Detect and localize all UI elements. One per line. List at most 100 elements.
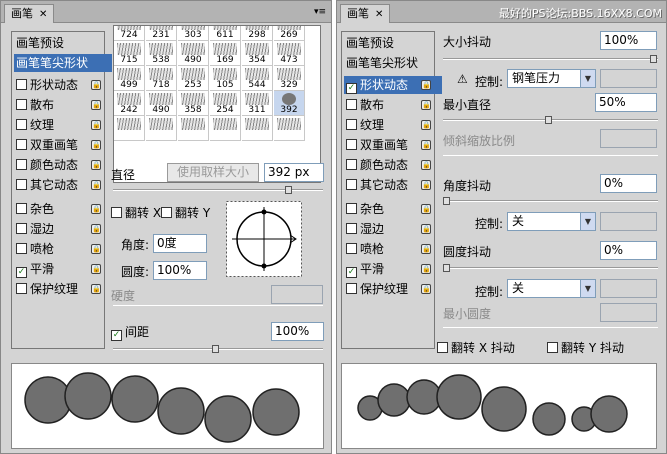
lock-icon[interactable]: 🔒 <box>421 80 431 90</box>
chevron-down-icon[interactable]: ▼ <box>580 70 595 87</box>
lock-icon[interactable]: 🔒 <box>91 224 101 234</box>
slider-thumb[interactable] <box>285 186 292 194</box>
lock-icon[interactable]: 🔒 <box>91 244 101 254</box>
checkbox[interactable] <box>346 119 357 130</box>
checkbox[interactable] <box>16 283 27 294</box>
tab-brush[interactable]: 画笔 ✕ <box>4 4 55 23</box>
checkbox[interactable]: ✓ <box>16 267 27 278</box>
spacing-slider[interactable] <box>113 345 323 353</box>
list-item-9[interactable]: 湿边 <box>16 220 54 238</box>
roundness-jitter-slider[interactable] <box>443 264 658 272</box>
lock-icon[interactable]: 🔒 <box>91 284 101 294</box>
brush-preset-cell[interactable]: 358 <box>178 91 209 116</box>
checkbox[interactable] <box>346 99 357 110</box>
close-icon[interactable]: ✕ <box>39 9 47 20</box>
lock-icon[interactable]: 🔒 <box>421 160 431 170</box>
angle-jitter-slider[interactable] <box>443 197 658 205</box>
brush-preset-cell[interactable]: 269 <box>274 26 305 41</box>
list-item-1[interactable]: 画笔笔尖形状 <box>346 54 418 72</box>
brush-preset-cell[interactable]: 718 <box>146 66 177 91</box>
list-item-10[interactable]: 喷枪 <box>346 240 384 258</box>
list-item-12[interactable]: 保护纹理 <box>346 280 408 298</box>
brush-preset-cell[interactable]: 311 <box>242 91 273 116</box>
brush-preset-cell[interactable]: 329 <box>274 66 305 91</box>
angle-jitter-input[interactable]: 0% <box>600 174 657 193</box>
slider-thumb[interactable] <box>545 116 552 124</box>
lock-icon[interactable]: 🔒 <box>421 120 431 130</box>
brush-preset-cell[interactable] <box>178 116 209 141</box>
spacing-input[interactable]: 100% <box>271 322 324 341</box>
checkbox[interactable] <box>16 203 27 214</box>
list-item-12[interactable]: 保护纹理 <box>16 280 78 298</box>
checkbox[interactable] <box>16 223 27 234</box>
brush-preset-cell[interactable]: 392 <box>274 91 305 116</box>
tab-brush[interactable]: 画笔 ✕ <box>340 4 391 23</box>
brush-preset-cell[interactable]: 490 <box>178 41 209 66</box>
lock-icon[interactable]: 🔒 <box>421 264 431 274</box>
list-item-3[interactable]: 散布 <box>346 96 384 114</box>
panel-menu-icon[interactable]: ▾≡ <box>313 6 327 18</box>
list-item-0[interactable]: 画笔预设 <box>346 34 394 52</box>
list-item-9[interactable]: 湿边 <box>346 220 384 238</box>
spacing-checkbox[interactable]: ✓ 间距 <box>111 323 149 341</box>
brush-preset-cell[interactable] <box>274 116 305 141</box>
slider-thumb[interactable] <box>443 264 450 272</box>
checkbox[interactable] <box>346 179 357 190</box>
checkbox[interactable] <box>346 243 357 254</box>
checkbox[interactable] <box>16 243 27 254</box>
brush-preset-cell[interactable]: 611 <box>210 26 241 41</box>
brush-preset-cell[interactable] <box>114 116 145 141</box>
lock-icon[interactable]: 🔒 <box>421 284 431 294</box>
brush-preset-grid[interactable]: 724 231 303 611 298 269 715 538 490 169 354 473 499 7… <box>113 25 321 183</box>
checkbox[interactable] <box>346 203 357 214</box>
flip-y-jitter-checkbox[interactable]: 翻转 Y 抖动 <box>547 339 624 356</box>
brush-preset-cell[interactable]: 544 <box>242 66 273 91</box>
brush-preset-cell[interactable]: 473 <box>274 41 305 66</box>
control-select-3[interactable]: 关 ▼ <box>507 279 596 298</box>
list-item-6[interactable]: 颜色动态 <box>346 156 408 174</box>
brush-preset-cell[interactable] <box>242 116 273 141</box>
angle-roundness-widget[interactable] <box>226 201 302 277</box>
size-jitter-slider[interactable] <box>443 55 658 63</box>
size-jitter-input[interactable]: 100% <box>600 31 657 50</box>
brush-preset-cell[interactable]: 231 <box>146 26 177 41</box>
brush-preset-cell[interactable]: 242 <box>114 91 145 116</box>
checkbox[interactable] <box>346 159 357 170</box>
list-item-8[interactable]: 杂色 <box>346 200 384 218</box>
lock-icon[interactable]: 🔒 <box>421 180 431 190</box>
brush-preset-cell[interactable]: 298 <box>242 26 273 41</box>
list-item-5[interactable]: 双重画笔 <box>346 136 408 154</box>
slider-thumb[interactable] <box>650 55 657 63</box>
close-icon[interactable]: ✕ <box>375 9 383 20</box>
min-diameter-input[interactable]: 50% <box>595 93 657 112</box>
control-select-2[interactable]: 关 ▼ <box>507 212 596 231</box>
brush-preset-cell[interactable]: 303 <box>178 26 209 41</box>
flip-x-checkbox[interactable]: 翻转 X <box>111 204 161 221</box>
checkbox[interactable] <box>346 283 357 294</box>
lock-icon[interactable]: 🔒 <box>421 140 431 150</box>
brush-preset-cell[interactable]: 490 <box>146 91 177 116</box>
brush-preset-cell[interactable] <box>146 116 177 141</box>
slider-thumb[interactable] <box>443 197 450 205</box>
checkbox[interactable] <box>346 223 357 234</box>
brush-preset-cell[interactable]: 538 <box>146 41 177 66</box>
min-diameter-slider[interactable] <box>443 116 658 124</box>
brush-preset-cell[interactable]: 499 <box>114 66 145 91</box>
lock-icon[interactable]: 🔒 <box>421 100 431 110</box>
flip-y-checkbox[interactable]: 翻转 Y <box>161 204 210 221</box>
list-item-7[interactable]: 其它动态 <box>346 176 408 194</box>
brush-preset-cell[interactable]: 253 <box>178 66 209 91</box>
brush-preset-cell[interactable] <box>210 116 241 141</box>
chevron-down-icon[interactable]: ▼ <box>580 280 595 297</box>
brush-preset-cell[interactable]: 254 <box>210 91 241 116</box>
diameter-slider[interactable] <box>113 186 323 194</box>
chevron-down-icon[interactable]: ▼ <box>580 213 595 230</box>
roundness-jitter-input[interactable]: 0% <box>600 241 657 260</box>
checkbox[interactable] <box>346 139 357 150</box>
brush-preset-cell[interactable]: 715 <box>114 41 145 66</box>
slider-thumb[interactable] <box>212 345 219 353</box>
use-sample-size-button[interactable]: 使用取样大小 <box>167 163 259 182</box>
checkbox[interactable]: ✓ <box>346 267 357 278</box>
flip-x-jitter-checkbox[interactable]: 翻转 X 抖动 <box>437 339 515 356</box>
brush-preset-cell[interactable]: 354 <box>242 41 273 66</box>
